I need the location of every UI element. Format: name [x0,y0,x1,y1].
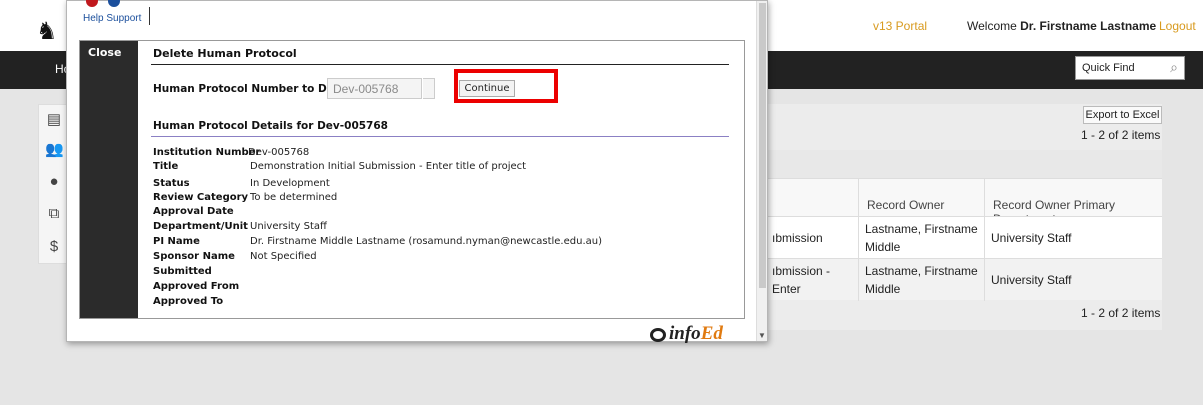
infoed-logo-icon [650,328,666,342]
horse-logo-icon[interactable]: ♞ [36,18,64,44]
delete-protocol-modal: Help Support Close Delete Human Protocol… [66,0,768,345]
details-divider [151,136,729,137]
support-link[interactable]: Support [106,13,141,24]
infoed-brand: infoEd [669,323,723,345]
info-icon[interactable] [108,0,120,7]
row-title-cell[interactable]: ıbmission [766,217,858,259]
detail-key: PI Name [153,236,200,247]
detail-key: Title [153,161,179,172]
dialog-frame: Close Delete Human Protocol Human Protoc… [79,40,745,319]
detail-key: Approved To [153,296,224,307]
details-heading: Human Protocol Details for Dev-005768 [153,120,388,132]
side-toolbar: ▤ 👥 ● ⧉ $ [38,104,68,264]
brand-suffix: Ed [700,323,723,344]
quick-find-input[interactable]: Quick Find ⌕ [1075,56,1185,80]
column-header-record-owner[interactable]: Record Owner [858,179,986,217]
protocol-number-input[interactable]: Dev-005768 [327,78,422,99]
detail-value: Dr. Firstname Middle Lastname (rosamund.… [250,236,602,247]
divider [149,7,150,25]
export-to-excel-button[interactable]: Export to Excel [1083,106,1162,124]
portal-link[interactable]: v13 Portal [873,19,927,33]
row-owner-cell: Lastname, Firstname Middle [858,217,984,259]
copy-icon[interactable]: ⧉ [45,205,63,223]
scroll-down-icon[interactable]: ▼ [758,331,766,340]
close-button[interactable]: Close [88,46,121,59]
detail-key: Review Category [153,192,249,203]
globe-icon[interactable]: ● [45,173,63,191]
table-row[interactable]: ıbmission Lastname, Firstname Middle Uni… [766,216,1162,259]
help-link[interactable]: Help [83,13,104,24]
detail-value: University Staff [250,221,327,232]
row-department-cell: University Staff [984,259,1162,301]
money-icon[interactable]: $ [45,238,63,256]
detail-key: Sponsor Name [153,251,235,262]
detail-key: Department/Unit [153,221,248,232]
search-icon[interactable]: ⌕ [1170,59,1178,76]
help-icon[interactable] [86,0,98,7]
row-title-cell[interactable]: ıbmission - Enter [766,259,858,301]
row-department-cell: University Staff [984,217,1162,259]
detail-value: Not Specified [250,251,317,262]
protocol-number-input-extension [423,78,435,99]
modal-scrollbar[interactable]: ▼ [756,1,767,341]
table-row[interactable]: ıbmission - Enter Lastname, Firstname Mi… [766,258,1162,301]
detail-value: Demonstration Initial Submission - Enter… [250,161,527,172]
brand-prefix: info [669,323,701,344]
detail-value: To be determined [250,192,338,203]
detail-value: Dev-005768 [248,147,310,158]
items-count-bottom: 1 - 2 of 2 items [1081,306,1161,320]
detail-key: Status [153,178,190,189]
dialog-title: Delete Human Protocol [153,47,297,60]
help-support-area: Help Support [82,0,142,31]
items-count-top: 1 - 2 of 2 items [1081,128,1161,142]
grid-header-row: Record Owner Record Owner Primary Depart… [766,178,1162,226]
scrollbar-thumb[interactable] [759,3,766,288]
title-divider [151,64,729,65]
detail-key: Approved From [153,281,240,292]
detail-key: Submitted [153,266,212,277]
close-column: Close [80,41,138,318]
row-owner-cell: Lastname, Firstname Middle [858,259,984,301]
welcome-text: Welcome Dr. Firstname Lastname [967,19,1156,33]
help-support-links: Help Support [83,13,141,24]
quick-find-placeholder: Quick Find [1082,62,1135,74]
logout-link[interactable]: Logout [1159,19,1196,33]
highlight-annotation-box [454,69,558,103]
detail-key: Approval Date [153,206,234,217]
user-name: Dr. Firstname Lastname [1020,19,1157,33]
welcome-prefix: Welcome [967,19,1021,33]
document-icon[interactable]: ▤ [45,111,63,129]
users-icon[interactable]: 👥 [45,141,64,159]
column-header-owner-department[interactable]: Record Owner Primary Department [984,179,1162,226]
grid-toolbar-row [766,150,1162,178]
detail-value: In Development [250,178,330,189]
detail-key: Institution Number [153,147,261,158]
